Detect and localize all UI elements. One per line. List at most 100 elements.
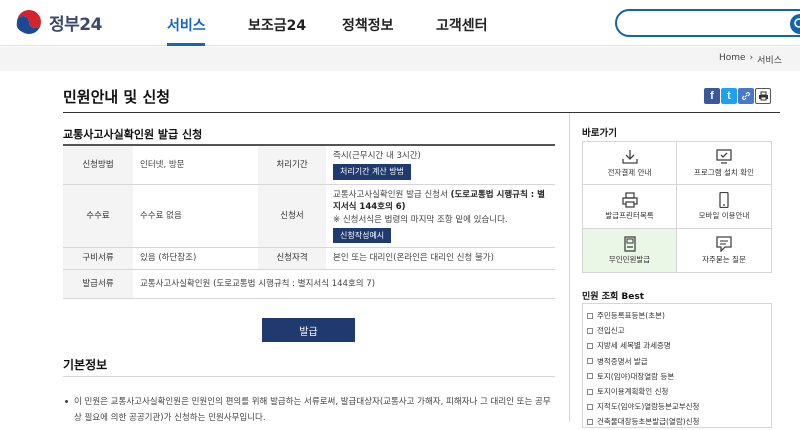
list-item-label: 병적증명서 발급 [597,356,648,366]
docs-label: 구비서류 [63,247,133,270]
chevron-right-icon: › [749,53,754,63]
checkbox-icon [587,419,593,426]
list-item[interactable]: 토지이용계획확인 신청 [587,384,771,399]
quick-link-label: 모바일 이용안내 [698,210,750,220]
table-row: 신청방법 인터넷, 방문 처리기간 즉시(근무시간 내 3시간) 처리기간 계산… [63,143,555,185]
best-list: 주민등록표등본(초본) 전입신고 지방세 세목별 과세증명 병적증명서 발급 토… [582,303,772,428]
list-item[interactable]: 토지(임야)대장열람 등본 [587,369,771,384]
checkbox-icon [587,358,593,365]
method-label: 신청방법 [63,143,133,185]
quick-link-printer-list[interactable]: 발급프린터목록 [583,185,677,229]
period-value: 즉시(근무시간 내 3시간) [333,151,421,161]
monitor-check-icon [716,149,732,164]
list-item-label: 토지(임야)대장열람 등본 [597,371,675,381]
period-label: 처리기간 [258,143,326,185]
checkbox-icon [587,343,593,349]
qualification-value: 본인 또는 대리인(온라인은 대리인 신청 불가) [326,247,555,270]
quick-link-program-check[interactable]: 프로그램 설치 확인 [677,142,771,186]
search-input[interactable] [615,9,800,37]
printer-icon [621,192,638,208]
breadcrumb-home[interactable]: Home [719,53,746,66]
basic-info-divider [63,376,555,377]
twitter-icon[interactable]: t [721,88,737,104]
list-item[interactable]: 지방세 세목별 과세증명 [587,338,771,353]
quick-links-title: 바로가기 [582,128,617,139]
title-divider [63,112,780,113]
qualification-label: 신청자격 [258,247,326,270]
table-row: 수수료 수수료 없음 신청서 교통사고사실확인원 발급 신청서 (도로교통법 시… [63,184,555,249]
form-example-button[interactable]: 신청작성예시 [333,227,392,244]
list-item[interactable]: 건축물대장등초본발급(열람)신청 [587,414,771,429]
nav-item-subsidy[interactable]: 보조금24 [248,15,306,35]
checkbox-icon [587,373,593,380]
checkbox-icon [587,312,593,319]
form-name: 교통사고사실확인원 발급 신청서 [333,189,451,200]
nav-item-customer-center[interactable]: 고객센터 [436,15,488,35]
print-icon[interactable] [755,88,771,104]
nav-active-indicator [167,43,205,46]
logo[interactable]: 정부24 [14,7,102,37]
section-title: 교통사고사실확인원 발급 신청 [63,128,203,141]
kiosk-icon [623,236,636,252]
basic-info-text: 이 민원은 교통사고사실확인원은 민원인의 편의를 위해 발급하는 서류로써, … [65,394,554,426]
breadcrumb-current[interactable]: 서비스 [757,53,782,66]
download-icon [621,149,638,164]
list-item-label: 전입신고 [597,326,625,336]
list-item[interactable]: 지적도(임야도)열람등본교부신청 [587,399,771,414]
period-calc-button[interactable]: 처리기간 계산 방법 [333,164,411,180]
quick-links-grid: 전자결제 안내 프로그램 설치 확인 발급프린터목록 모바일 이용안내 무인민원… [582,141,772,273]
checkbox-icon [587,403,593,410]
issue-doc-label: 발급서류 [63,269,133,300]
issue-doc-value: 교통사고사실확인원 (도로교통법 시행규칙 : 별지서식 144호의 7) [133,269,555,300]
quick-link-label: 자주묻는 질문 [702,254,746,264]
checkbox-icon [587,388,593,395]
fee-value: 수수료 없음 [133,184,258,249]
list-item-label: 토지이용계획확인 신청 [597,387,669,397]
list-item[interactable]: 병적증명서 발급 [587,354,771,369]
faq-icon [716,236,732,252]
quick-link-label: 프로그램 설치 확인 [694,167,754,177]
government-emblem-icon [16,10,41,34]
sidebar-divider [569,113,570,422]
quick-link-payment[interactable]: 전자결제 안내 [583,142,677,186]
page-title: 민원안내 및 신청 [63,88,171,106]
service-info-table: 신청방법 인터넷, 방문 처리기간 즉시(근무시간 내 3시간) 처리기간 계산… [63,143,555,300]
list-item[interactable]: 주민등록표등본(초본) [587,308,771,323]
table-row: 구비서류 있음 (하단참조) 신청자격 본인 또는 대리인(온라인은 대리인 신… [63,247,555,270]
search-icon [794,18,800,28]
logo-text: 정부24 [49,14,102,35]
fee-label: 수수료 [63,184,133,249]
mobile-icon [719,191,729,208]
checkbox-icon [587,327,593,334]
link-icon[interactable] [738,88,754,104]
breadcrumb: Home › 서비스 [719,53,782,66]
quick-link-label: 전자결제 안내 [607,167,652,177]
quick-link-mobile[interactable]: 모바일 이용안내 [677,185,771,229]
quick-link-label: 무인민원발급 [608,254,651,264]
quick-link-kiosk[interactable]: 무인민원발급 [583,228,677,272]
facebook-icon[interactable]: f [704,88,720,104]
share-toolbar: f t [704,88,771,104]
issue-button[interactable]: 발급 [262,318,355,342]
best-list-title: 민원 조회 Best [582,292,645,302]
form-note: ※ 신청서식은 법령의 마지막 조항 밑에 있습니다. [333,214,508,225]
form-value: 교통사고사실확인원 발급 신청서 (도로교통법 시행규칙 : 별지서식 144호… [333,189,548,214]
list-item[interactable]: 전입신고 [587,323,771,338]
header: 정부24 서비스 보조금24 정책정보 고객센터 [0,0,800,46]
basic-info-title: 기본정보 [63,358,108,372]
nav-item-service[interactable]: 서비스 [167,15,206,35]
docs-value: 있음 (하단참조) [133,247,258,270]
quick-link-label: 발급프린터목록 [605,210,654,220]
quick-link-faq[interactable]: 자주묻는 질문 [677,229,771,272]
nav-item-policy[interactable]: 정책정보 [342,15,394,35]
list-item-label: 지적도(임야도)열람등본교부신청 [597,402,700,412]
method-value: 인터넷, 방문 [133,143,258,185]
breadcrumb-bar: Home › 서비스 [0,47,800,71]
table-row: 발급서류 교통사고사실확인원 (도로교통법 시행규칙 : 별지서식 144호의 … [63,269,555,300]
list-item-label: 건축물대장등초본발급(열람)신청 [597,417,700,427]
list-item-label: 지방세 세목별 과세증명 [597,341,671,351]
list-item-label: 주민등록표등본(초본) [597,311,665,320]
form-cell: 교통사고사실확인원 발급 신청서 (도로교통법 시행규칙 : 별지서식 144호… [326,184,555,249]
period-cell: 즉시(근무시간 내 3시간) 처리기간 계산 방법 [326,143,555,185]
form-label: 신청서 [258,184,326,249]
